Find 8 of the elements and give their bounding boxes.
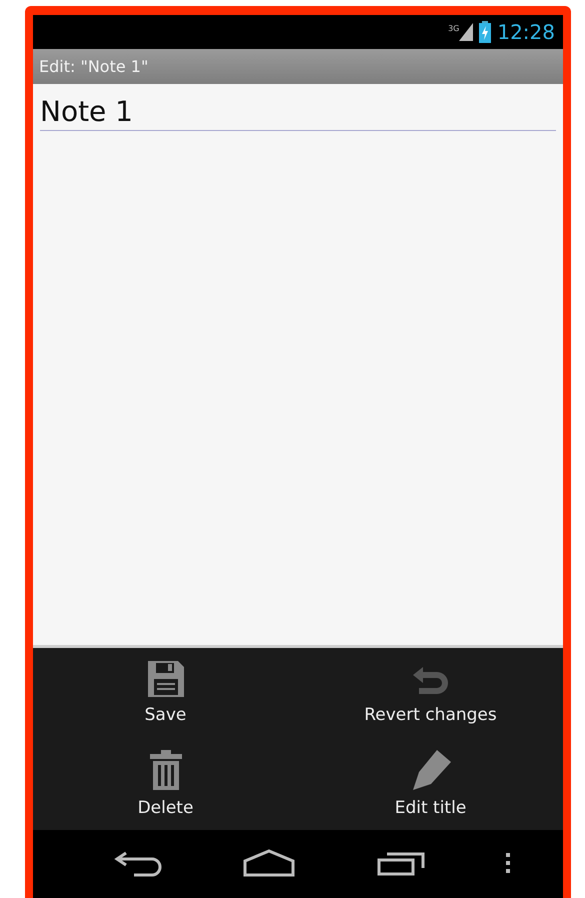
- menu-item[interactable]: Revert changes: [298, 648, 563, 739]
- menu-item[interactable]: Delete: [33, 739, 298, 830]
- menu-item[interactable]: Save: [33, 648, 298, 739]
- window-title: Edit: "Note 1": [39, 56, 148, 78]
- menu-item[interactable]: Edit title: [298, 739, 563, 830]
- network-type: 3G: [448, 25, 460, 33]
- clock: 12:28: [497, 22, 555, 42]
- note-field[interactable]: Note 1: [40, 94, 556, 131]
